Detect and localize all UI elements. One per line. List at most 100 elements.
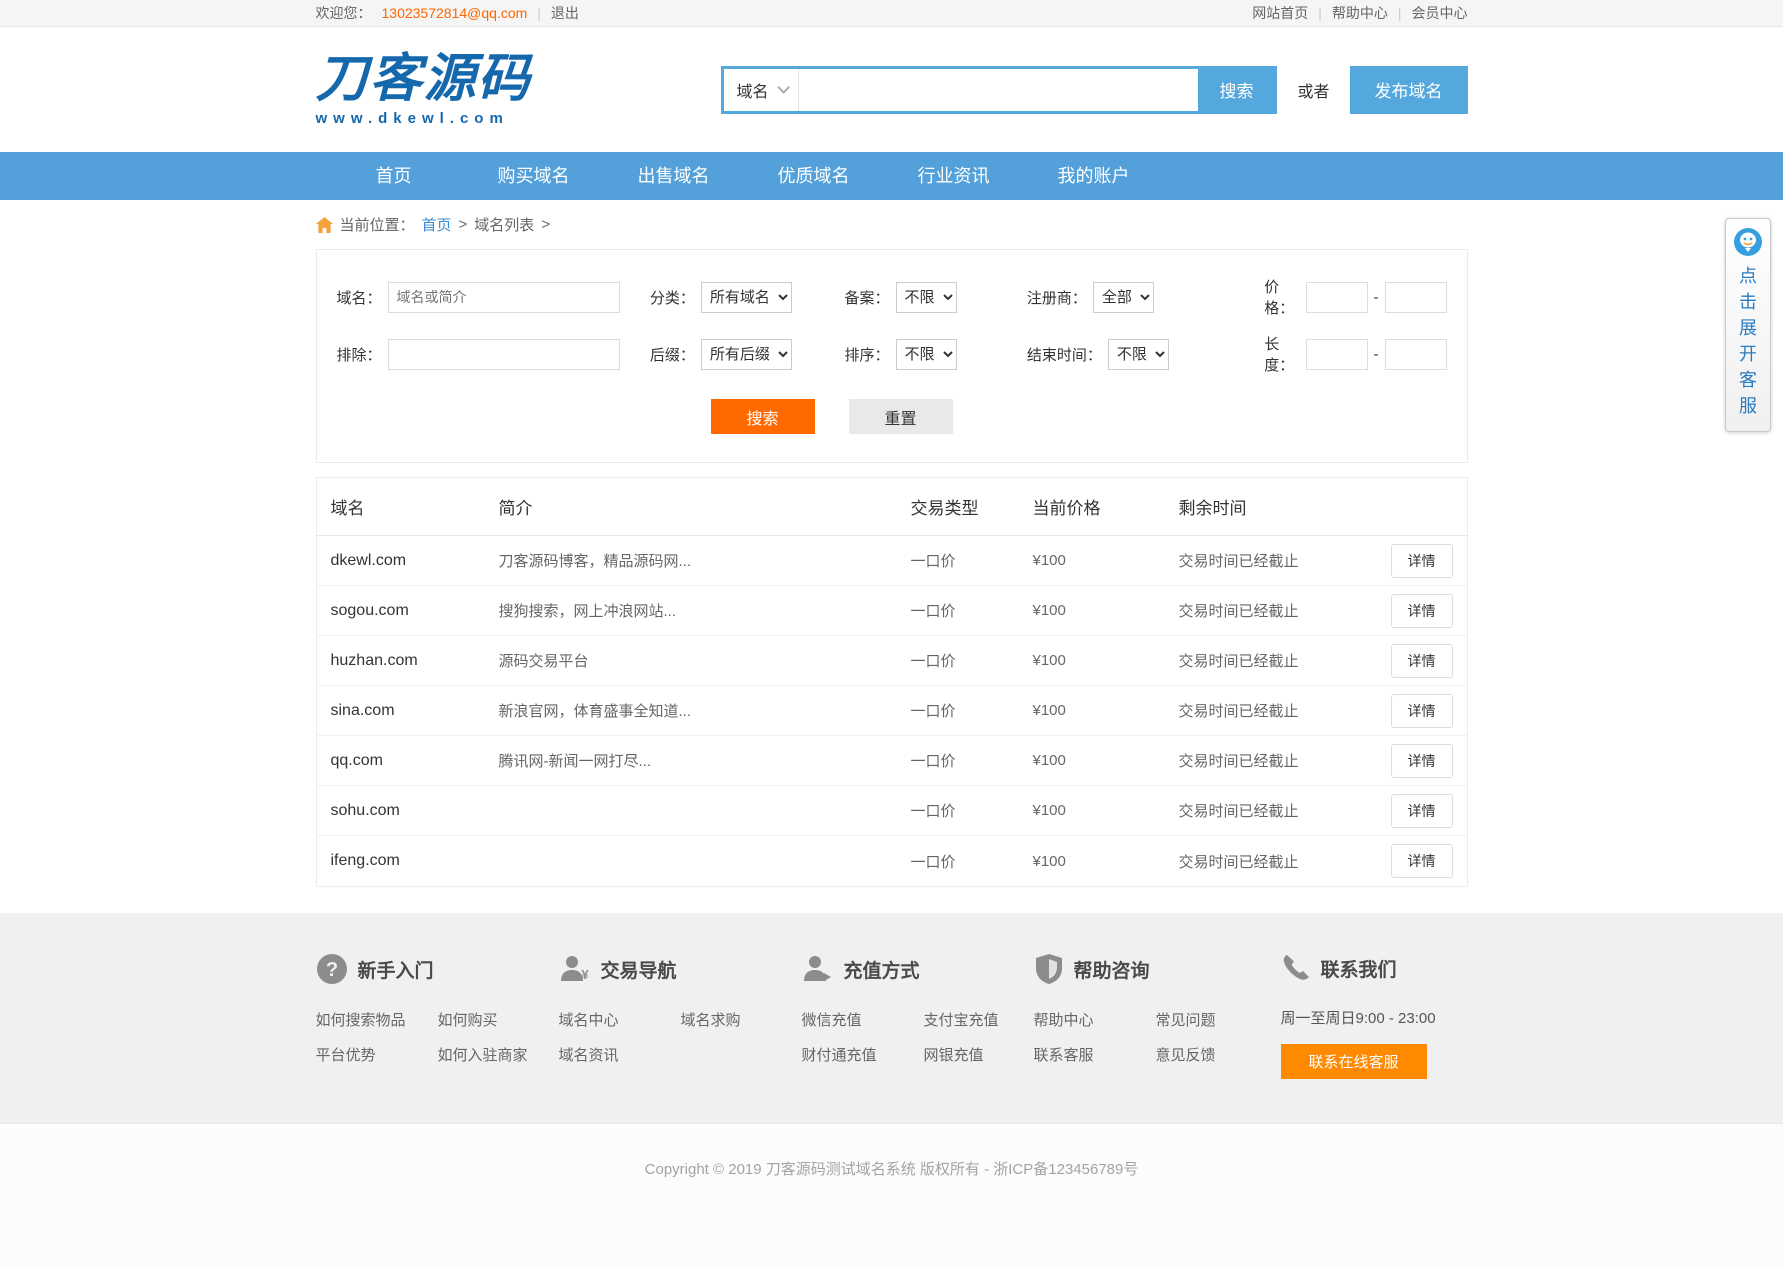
sort-select[interactable]: 不限 <box>896 339 957 370</box>
price-cell: ¥100 <box>1033 602 1179 619</box>
nav-item-home[interactable]: 首页 <box>324 152 464 200</box>
separator: | <box>1398 5 1402 21</box>
desc-cell: 源码交易平台 <box>499 650 911 671</box>
separator: | <box>537 5 541 21</box>
or-text: 或者 <box>1297 78 1329 102</box>
table-row: sohu.com 一口价 ¥100 交易时间已经截止 详情 <box>317 786 1467 836</box>
breadcrumb-current: 域名列表 <box>474 214 534 235</box>
category-filter-label: 分类： <box>650 287 695 308</box>
customer-service-widget[interactable]: 点击展开客服 <box>1725 218 1771 432</box>
type-cell: 一口价 <box>911 650 1033 671</box>
search-category-dropdown[interactable]: 域名 <box>724 69 798 111</box>
detail-button[interactable]: 详情 <box>1391 694 1453 728</box>
price-cell: ¥100 <box>1033 702 1179 719</box>
col-header-remaining: 剩余时间 <box>1179 494 1353 519</box>
breadcrumb-sep: > <box>459 216 468 233</box>
topbar-link-member[interactable]: 会员中心 <box>1412 3 1468 23</box>
col-header-price: 当前价格 <box>1033 494 1179 519</box>
desc-cell: 刀客源码博客，精品源码网... <box>499 550 911 571</box>
exclude-filter-label: 排除： <box>337 344 382 365</box>
domain-filter-label: 域名： <box>337 287 382 308</box>
detail-button[interactable]: 详情 <box>1391 544 1453 578</box>
footer-link[interactable]: 如何购买 <box>438 1009 560 1030</box>
footer-link[interactable]: 网银充值 <box>924 1044 1046 1065</box>
footer-link[interactable]: 财付通充值 <box>802 1044 924 1065</box>
detail-button[interactable]: 详情 <box>1391 744 1453 778</box>
domain-cell[interactable]: dkewl.com <box>331 552 499 570</box>
length-min-input[interactable] <box>1306 339 1368 370</box>
nav-item-premium-domain[interactable]: 优质域名 <box>744 152 884 200</box>
table-row: sogou.com 搜狗搜索，网上冲浪网站... 一口价 ¥100 交易时间已经… <box>317 586 1467 636</box>
footer-col-title: 联系我们 <box>1321 955 1397 982</box>
detail-button[interactable]: 详情 <box>1391 844 1453 878</box>
footer-link[interactable]: 联系客服 <box>1034 1044 1156 1065</box>
contact-service-button[interactable]: 联系在线客服 <box>1281 1044 1427 1079</box>
footer-link[interactable]: 如何搜索物品 <box>316 1009 438 1030</box>
publish-domain-button[interactable]: 发布域名 <box>1350 66 1468 114</box>
exclude-filter-input[interactable] <box>388 339 620 370</box>
domain-cell[interactable]: huzhan.com <box>331 652 499 670</box>
footer-link[interactable]: 支付宝充值 <box>924 1009 1046 1030</box>
footer-link[interactable]: 常见问题 <box>1156 1009 1278 1030</box>
search-bar: 域名 搜索 <box>721 66 1277 114</box>
domain-cell[interactable]: sohu.com <box>331 802 499 820</box>
range-separator: - <box>1374 289 1379 306</box>
detail-button[interactable]: 详情 <box>1391 644 1453 678</box>
beian-select[interactable]: 不限 <box>896 282 957 313</box>
domain-cell[interactable]: sogou.com <box>331 602 499 620</box>
separator: | <box>1318 5 1322 21</box>
suffix-select[interactable]: 所有后缀 <box>701 339 792 370</box>
table-row: ifeng.com 一口价 ¥100 交易时间已经截止 详情 <box>317 836 1467 886</box>
topbar-link-home[interactable]: 网站首页 <box>1252 3 1308 23</box>
domain-cell[interactable]: ifeng.com <box>331 852 499 870</box>
desc-cell: 新浪官网，体育盛事全知道... <box>499 700 911 721</box>
domain-cell[interactable]: qq.com <box>331 752 499 770</box>
footer-col-title: 新手入门 <box>358 956 434 983</box>
registrar-select[interactable]: 全部 <box>1093 282 1154 313</box>
footer-link[interactable]: 域名求购 <box>681 1009 803 1030</box>
nav-item-buy-domain[interactable]: 购买域名 <box>464 152 604 200</box>
table-row: qq.com 腾讯网-新闻一网打尽... 一口价 ¥100 交易时间已经截止 详… <box>317 736 1467 786</box>
breadcrumb-home-link[interactable]: 首页 <box>422 214 452 235</box>
type-cell: 一口价 <box>911 550 1033 571</box>
length-filter-label: 长度： <box>1264 333 1299 375</box>
footer-link[interactable]: 域名资讯 <box>559 1044 681 1065</box>
filter-panel: 域名： 分类： 所有域名 备案： 不限 注册商： 全部 价格： - <box>316 249 1468 463</box>
remaining-cell: 交易时间已经截止 <box>1179 600 1353 621</box>
footer-col-help: 帮助咨询 帮助中心 常见问题 联系客服 意见反馈 <box>1034 953 1281 1079</box>
detail-button[interactable]: 详情 <box>1391 594 1453 628</box>
service-hours: 周一至周日9:00 - 23:00 <box>1281 1007 1436 1028</box>
topbar-link-help[interactable]: 帮助中心 <box>1332 3 1388 23</box>
footer-link[interactable]: 意见反馈 <box>1156 1044 1278 1065</box>
range-separator: - <box>1374 346 1379 363</box>
breadcrumb-label: 当前位置： <box>340 214 415 235</box>
nav-item-sell-domain[interactable]: 出售域名 <box>604 152 744 200</box>
detail-button[interactable]: 详情 <box>1391 794 1453 828</box>
footer-link[interactable]: 帮助中心 <box>1034 1009 1156 1030</box>
domain-filter-input[interactable] <box>388 282 620 313</box>
nav-item-industry-news[interactable]: 行业资讯 <box>884 152 1024 200</box>
footer-link[interactable]: 平台优势 <box>316 1044 438 1065</box>
nav-item-my-account[interactable]: 我的账户 <box>1024 152 1164 200</box>
col-header-desc: 简介 <box>499 494 911 519</box>
domain-cell[interactable]: sina.com <box>331 702 499 720</box>
filter-search-button[interactable]: 搜索 <box>711 399 815 434</box>
price-filter-label: 价格： <box>1264 276 1299 318</box>
footer-link[interactable]: 如何入驻商家 <box>438 1044 560 1065</box>
price-max-input[interactable] <box>1385 282 1447 313</box>
footer-col-trade: ¥ 交易导航 域名中心 域名求购 域名资讯 <box>559 953 802 1079</box>
remaining-cell: 交易时间已经截止 <box>1179 750 1353 771</box>
header-search-button[interactable]: 搜索 <box>1198 69 1274 111</box>
category-select[interactable]: 所有域名 <box>701 282 792 313</box>
length-max-input[interactable] <box>1385 339 1447 370</box>
filter-reset-button[interactable]: 重置 <box>849 399 953 434</box>
price-min-input[interactable] <box>1306 282 1368 313</box>
footer-link[interactable]: 微信充值 <box>802 1009 924 1030</box>
site-logo[interactable]: 刀客源码 www.dkewl.com <box>316 53 532 126</box>
search-input[interactable] <box>799 69 1199 111</box>
endtime-select[interactable]: 不限 <box>1108 339 1169 370</box>
footer-link[interactable]: 域名中心 <box>559 1009 681 1030</box>
type-cell: 一口价 <box>911 750 1033 771</box>
logout-link[interactable]: 退出 <box>551 3 579 23</box>
breadcrumb-sep: > <box>541 216 550 233</box>
